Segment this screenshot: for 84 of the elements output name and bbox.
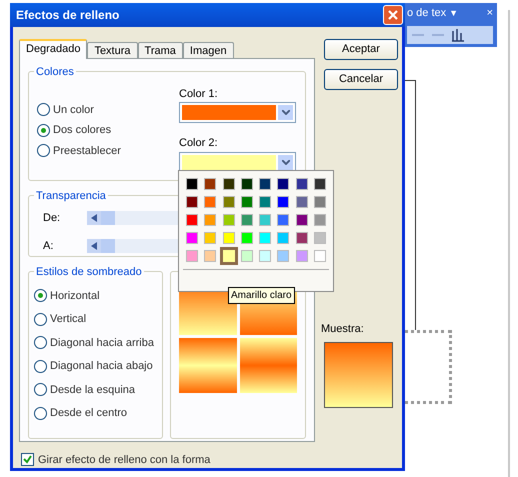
radio-label: Horizontal (50, 288, 100, 304)
tab[interactable]: Trama (138, 42, 183, 58)
field-label: De: (43, 210, 62, 226)
color-swatch[interactable] (314, 214, 326, 226)
color-swatch[interactable] (314, 196, 326, 208)
dialog-button[interactable]: Aceptar (324, 38, 398, 60)
color-swatch[interactable] (259, 196, 271, 208)
color-swatch[interactable] (296, 196, 308, 208)
radio-label: Vertical (50, 312, 86, 327)
color-swatch[interactable] (222, 250, 234, 262)
color-dropdown[interactable] (179, 152, 296, 172)
sample-preview (324, 342, 393, 408)
color-swatch[interactable] (259, 178, 271, 190)
color-swatch[interactable] (186, 196, 198, 208)
color-swatch[interactable] (204, 250, 216, 262)
radio-button[interactable] (34, 383, 47, 396)
tooltip: Amarillo claro (228, 287, 295, 304)
checkbox-label: Girar efecto de relleno con la forma (38, 452, 210, 468)
color-swatch[interactable] (277, 214, 290, 226)
color-swatch[interactable] (222, 196, 234, 208)
color-swatch[interactable] (204, 232, 216, 244)
checkbox[interactable] (21, 453, 34, 466)
radio-button[interactable] (34, 289, 47, 302)
radio-label: Dos colores (53, 123, 112, 138)
radio-button[interactable] (37, 124, 50, 137)
radio-button[interactable] (34, 312, 47, 326)
color-swatch[interactable] (204, 214, 216, 226)
radio-label: Desde la esquina (50, 382, 136, 398)
close-icon (388, 10, 398, 20)
tab[interactable]: Imagen (182, 42, 234, 58)
radio-button[interactable] (37, 144, 50, 158)
tab[interactable]: Textura (87, 42, 138, 58)
radio-label: Diagonal hacia abajo (50, 359, 153, 374)
radio-button[interactable] (34, 406, 47, 420)
close-button[interactable] (383, 4, 403, 25)
color-swatch[interactable] (240, 214, 253, 226)
toolbar-title: o de tex (407, 6, 446, 21)
color-swatch[interactable] (186, 178, 198, 190)
menu-arrow[interactable]: ▼ (449, 6, 458, 20)
color-swatch[interactable] (259, 250, 271, 262)
color-swatch[interactable] (277, 232, 290, 244)
color-swatch[interactable] (204, 178, 216, 190)
color-swatch[interactable] (277, 250, 290, 262)
slider-thumb[interactable] (101, 239, 115, 254)
color-swatch[interactable] (314, 250, 326, 262)
field-label: Color 1: (179, 86, 219, 102)
color-swatch[interactable] (240, 178, 253, 190)
color-swatch[interactable] (204, 196, 216, 208)
color-swatch[interactable] (186, 250, 198, 262)
dialog-button[interactable]: Cancelar (324, 68, 398, 90)
radio-button[interactable] (34, 336, 47, 350)
color-swatch[interactable] (222, 214, 234, 226)
close-button[interactable]: × (486, 5, 493, 22)
color-dropdown[interactable] (179, 102, 296, 123)
window-title: Efectos de relleno (16, 6, 120, 24)
slider-thumb[interactable] (101, 210, 115, 225)
color-swatch[interactable] (240, 196, 253, 208)
color-swatch[interactable] (277, 196, 290, 208)
radio-button[interactable] (37, 103, 50, 116)
color-swatch[interactable] (296, 232, 308, 244)
color-swatch[interactable] (314, 232, 326, 244)
field-label: A: (43, 239, 54, 254)
tab[interactable]: Degradado (19, 38, 88, 58)
color-swatch[interactable] (222, 178, 234, 190)
radio-label: Un color (53, 102, 94, 118)
align-icon[interactable] (451, 28, 465, 42)
color-swatch[interactable] (296, 250, 308, 262)
field-label: Color 2: (179, 136, 219, 151)
color-swatch[interactable] (314, 178, 326, 190)
sample-label: Muestra: (321, 322, 365, 336)
radio-label: Diagonal hacia arriba (50, 336, 154, 350)
color-swatch[interactable] (259, 232, 271, 244)
color-swatch[interactable] (259, 214, 271, 226)
color-swatch[interactable] (277, 178, 290, 190)
radio-label: Preestablecer (53, 144, 121, 158)
color-swatch[interactable] (240, 250, 253, 262)
color-swatch[interactable] (240, 232, 253, 244)
color-swatch[interactable] (186, 214, 198, 226)
color-swatch[interactable] (222, 232, 234, 244)
color-swatch[interactable] (296, 214, 308, 226)
radio-label: Desde el centro (50, 406, 128, 421)
color-swatch[interactable] (296, 178, 308, 190)
radio-button[interactable] (34, 360, 47, 373)
color-swatch[interactable] (186, 232, 198, 244)
